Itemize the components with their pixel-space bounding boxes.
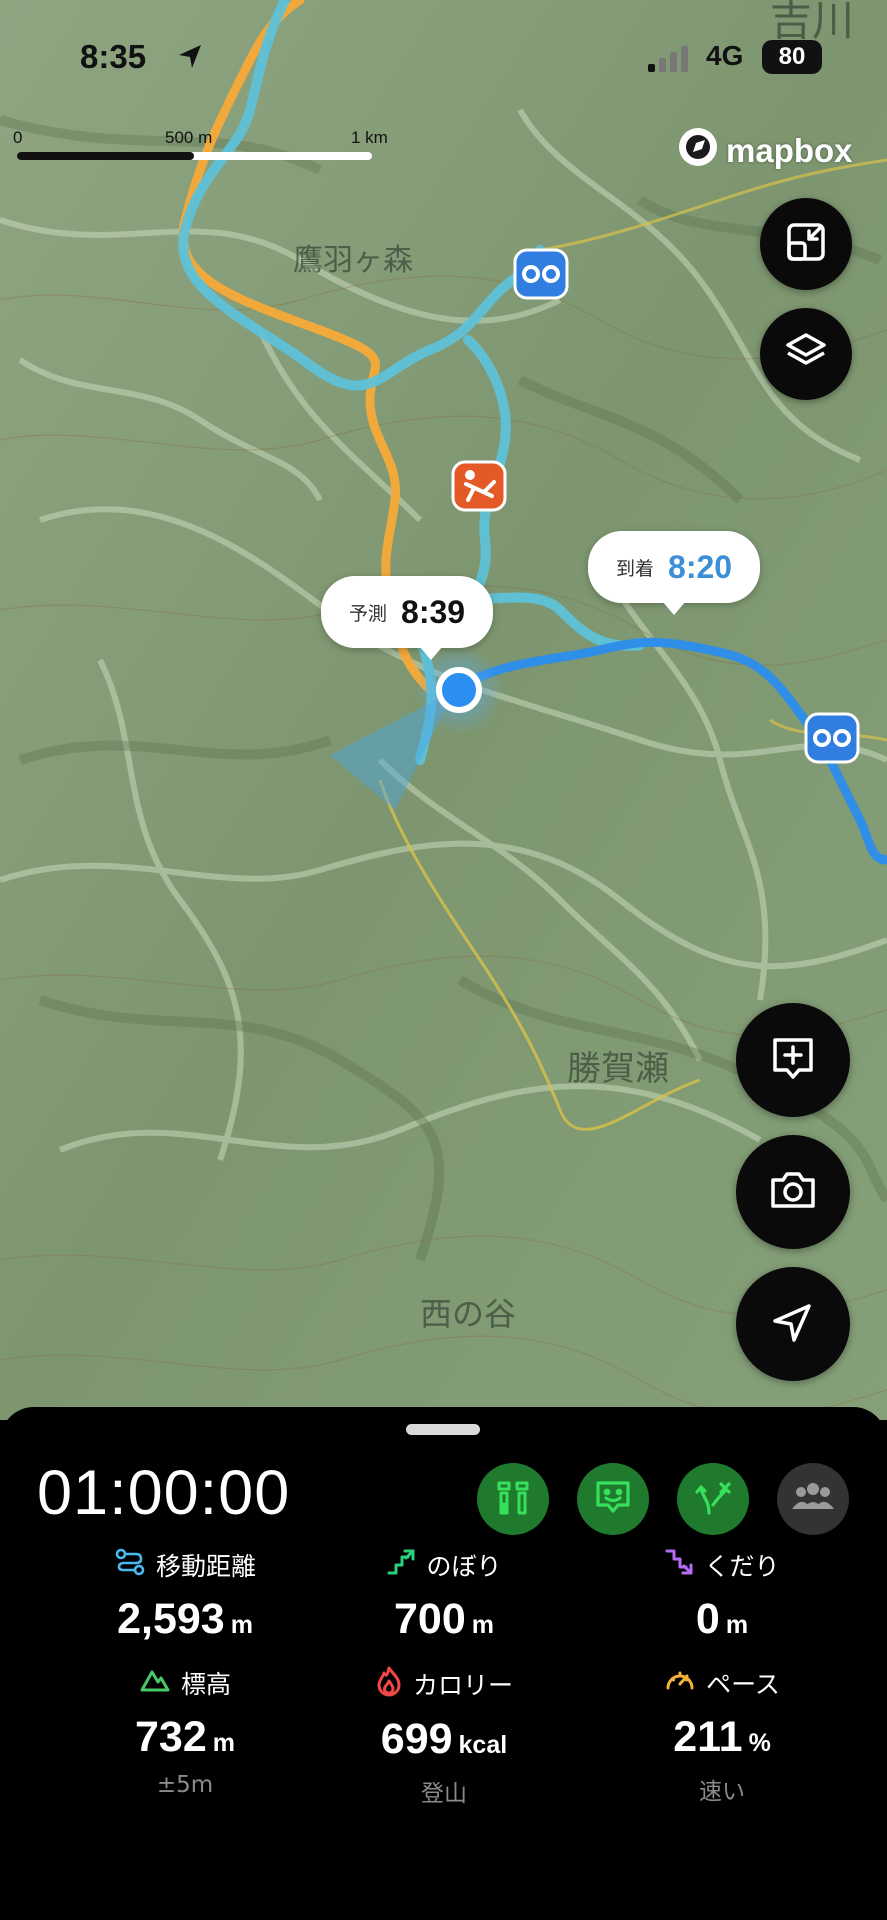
stat-unit: m	[725, 1611, 749, 1639]
activity-panel: 01:00:00 移動距離 2,593 m のぼり 700 m くだり 0 m …	[0, 1407, 887, 1920]
stat-elevation: 標高 732 m ±5m	[60, 1665, 310, 1798]
mapbox-attribution[interactable]: mapbox	[676, 125, 853, 177]
viewpoint-poi-icon	[804, 712, 860, 764]
navigation-arrow-icon	[767, 1296, 819, 1352]
route-branch-icon	[691, 1475, 735, 1523]
ascent-icon	[386, 1547, 416, 1583]
predicted-time: 8:39	[401, 593, 466, 630]
stat-pace: ペース 211% 速い	[597, 1665, 847, 1806]
status-bar: 8:35 4G 80	[0, 38, 887, 86]
stat-value: 700	[394, 1595, 466, 1643]
chat-button[interactable]	[577, 1463, 649, 1535]
scale-mid: 500 m	[165, 128, 213, 147]
pace-icon	[664, 1666, 696, 1700]
route-branch-button[interactable]	[677, 1463, 749, 1535]
stat-value: 732	[135, 1713, 207, 1761]
stat-unit: m	[230, 1611, 253, 1639]
predicted-label: 予測	[349, 602, 388, 625]
add-memo-button[interactable]	[736, 1003, 850, 1117]
stat-value: 699	[380, 1715, 453, 1763]
predicted-time-callout[interactable]: 予測 8:39	[321, 576, 494, 660]
descent-icon	[664, 1547, 694, 1583]
stat-value: 2,593	[117, 1595, 225, 1643]
stat-label: ペース	[706, 1670, 780, 1699]
stat-label: 移動距離	[155, 1552, 256, 1581]
stat-sub: 速い	[699, 1779, 745, 1805]
place-label: 鷹羽ヶ森	[293, 243, 413, 278]
user-location-dot	[436, 667, 482, 713]
status-time: 8:35	[80, 38, 147, 75]
stat-sub: 登山	[421, 1781, 467, 1807]
layers-icon	[783, 329, 829, 379]
stat-unit: m	[212, 1729, 235, 1757]
stat-label: くだり	[704, 1552, 780, 1581]
collapse-icon	[784, 220, 828, 268]
scale-bar	[17, 152, 372, 160]
stat-label: のぼり	[426, 1552, 502, 1581]
stat-ascent: のぼり 700 m	[319, 1547, 569, 1644]
scale-zero: 0	[13, 128, 23, 147]
elapsed-time: 01:00:00	[37, 1458, 291, 1528]
network-type: 4G	[706, 40, 744, 71]
stat-label: 標高	[180, 1670, 231, 1699]
stat-unit: %	[748, 1729, 771, 1757]
viewpoint-poi-icon	[513, 248, 569, 300]
arrival-time: 8:20	[668, 548, 733, 585]
calorie-icon	[375, 1665, 403, 1703]
route-trail-icon	[491, 1475, 535, 1523]
hazard-poi-icon	[451, 460, 507, 512]
arrival-time-callout[interactable]: 到着 8:20	[588, 531, 761, 615]
signal-icon	[648, 46, 692, 76]
location-arrow-icon	[175, 42, 205, 76]
mapbox-logo-icon	[676, 125, 720, 177]
group-button[interactable]	[777, 1463, 849, 1535]
group-icon	[790, 1477, 836, 1521]
map-view[interactable]: 吉川 鷹羽ヶ森 勝賀瀬 西の谷 8:35 4G 80 0 500 m 1 km	[0, 0, 887, 1420]
distance-icon	[114, 1547, 146, 1583]
layers-button[interactable]	[760, 308, 852, 400]
collapse-button[interactable]	[760, 198, 852, 290]
arrival-label: 到着	[616, 557, 655, 580]
stat-value: 0	[695, 1595, 720, 1643]
recenter-button[interactable]	[736, 1267, 850, 1381]
stat-unit: m	[471, 1611, 494, 1639]
mapbox-wordmark: mapbox	[726, 132, 853, 169]
stat-descent: くだり 0m	[597, 1547, 847, 1644]
stat-unit: kcal	[458, 1731, 508, 1759]
place-label: 勝賀瀬	[567, 1049, 669, 1089]
camera-icon	[767, 1164, 819, 1220]
stat-distance: 移動距離 2,593 m	[60, 1547, 310, 1644]
stat-label: カロリー	[412, 1671, 513, 1700]
route-trail-button[interactable]	[477, 1463, 549, 1535]
battery-level: 80	[762, 40, 822, 74]
panel-drag-handle[interactable]	[406, 1424, 480, 1435]
add-memo-icon	[767, 1032, 819, 1088]
scale-end: 1 km	[351, 128, 388, 147]
elevation-icon	[139, 1666, 171, 1700]
camera-button[interactable]	[736, 1135, 850, 1249]
stat-sub: ±5m	[156, 1772, 214, 1798]
chat-face-icon	[591, 1475, 635, 1523]
place-label: 西の谷	[420, 1295, 516, 1333]
stat-calorie: カロリー 699 kcal 登山	[319, 1665, 569, 1808]
stat-value: 211	[673, 1713, 743, 1761]
